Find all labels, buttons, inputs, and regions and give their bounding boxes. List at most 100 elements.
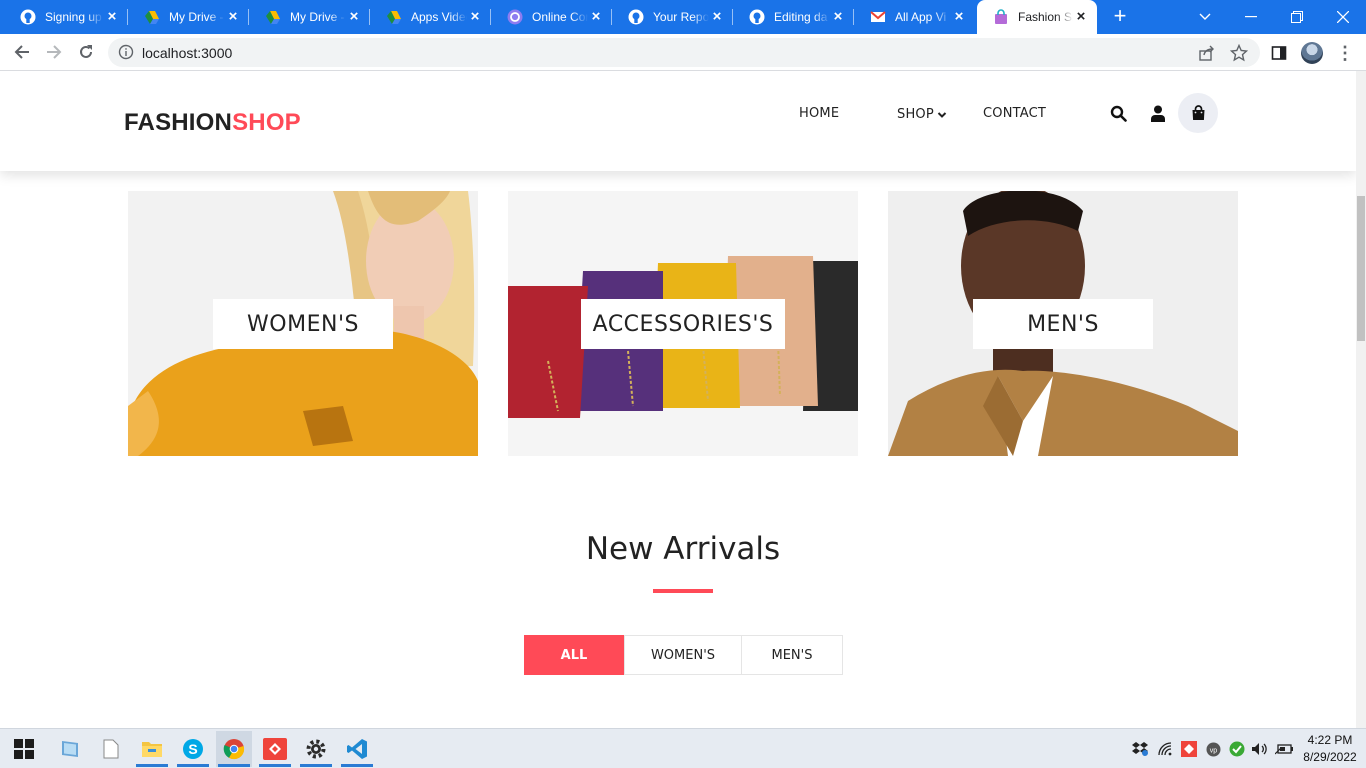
settings-icon[interactable] [298, 731, 334, 767]
chevron-down-icon [937, 111, 947, 118]
anydesk-icon[interactable] [257, 731, 293, 767]
scrollbar-thumb[interactable] [1357, 196, 1365, 341]
tab-online-converter[interactable]: Online Cor × [491, 0, 612, 34]
file-explorer-icon[interactable] [134, 731, 170, 767]
close-icon [1337, 11, 1349, 23]
side-panel-button[interactable] [1268, 42, 1290, 64]
info-icon[interactable] [118, 44, 134, 60]
category-card-accessories[interactable]: ACCESSORIES'S [508, 191, 858, 456]
chrome-icon[interactable] [216, 731, 252, 767]
tablet-icon[interactable] [52, 731, 88, 767]
category-label-accessories[interactable]: ACCESSORIES'S [581, 299, 785, 349]
start-icon[interactable] [6, 731, 42, 767]
category-card-women[interactable]: WOMEN'S [128, 191, 478, 456]
reload-button[interactable] [74, 40, 98, 64]
check-shield-icon[interactable] [1228, 740, 1246, 758]
back-button[interactable] [10, 40, 34, 64]
category-card-men[interactable]: MEN'S [888, 191, 1238, 456]
github-icon [20, 9, 36, 25]
skype-icon[interactable]: S [175, 731, 211, 767]
minimize-icon [1245, 16, 1257, 18]
site-logo[interactable]: FASHIONSHOP [124, 109, 301, 137]
category-label-women[interactable]: WOMEN'S [213, 299, 393, 349]
reload-icon [80, 45, 92, 58]
tab-your-repo[interactable]: Your Repo × [612, 0, 733, 34]
restore-button[interactable] [1274, 0, 1320, 34]
online-converter-icon [507, 9, 523, 25]
vscode-icon[interactable] [339, 731, 375, 767]
tab-all-app-videos[interactable]: All App Vi × [854, 0, 975, 34]
logo-text-accent: SHOP [232, 109, 301, 136]
tab-apps-video[interactable]: Apps Video × [370, 0, 491, 34]
tab-label: Signing up [45, 10, 102, 24]
forward-button[interactable] [42, 40, 66, 64]
filter-all[interactable]: ALL [524, 635, 624, 675]
tab-signing-up[interactable]: Signing up × [4, 0, 128, 34]
share-icon[interactable] [1198, 44, 1216, 62]
page-scrollbar[interactable] [1356, 71, 1366, 728]
search-icon[interactable] [1108, 103, 1128, 123]
arrow-right-icon [47, 45, 62, 59]
site-header: FASHIONSHOP HOME SHOP CONTACT [0, 71, 1356, 171]
tab-my-drive-2[interactable]: My Drive - × [249, 0, 370, 34]
shopping-bag-icon [1192, 105, 1204, 120]
user-icon[interactable] [1148, 103, 1168, 123]
vpn-icon[interactable]: vp [1204, 740, 1222, 758]
svg-text:S: S [188, 741, 197, 757]
close-icon[interactable]: × [1073, 9, 1089, 25]
google-drive-icon [265, 9, 281, 25]
nav-home[interactable]: HOME [799, 106, 839, 121]
restore-icon [1291, 11, 1303, 23]
cart-button[interactable] [1178, 93, 1218, 133]
tab-my-drive[interactable]: My Drive - × [128, 0, 249, 34]
svg-text:vp: vp [1209, 747, 1217, 754]
avatar [1301, 42, 1323, 64]
nav-shop-label: SHOP [897, 107, 934, 122]
github-icon [749, 9, 765, 25]
nav-contact[interactable]: CONTACT [983, 106, 1046, 121]
tab-search-button[interactable] [1182, 0, 1228, 34]
category-label-men[interactable]: MEN'S [973, 299, 1153, 349]
clock-date: 8/29/2022 [1303, 750, 1357, 764]
close-icon[interactable]: × [709, 9, 725, 25]
close-icon[interactable]: × [951, 9, 967, 25]
browser-tab-strip: Signing up × My Drive - × My Drive - × A… [0, 0, 1366, 34]
close-window-button[interactable] [1320, 0, 1366, 34]
filter-men[interactable]: MEN'S [741, 635, 843, 675]
tab-fashion-shop[interactable]: Fashion Sh × [977, 0, 1097, 34]
tab-label: Apps Video [411, 10, 467, 24]
side-panel-icon [1271, 46, 1287, 60]
battery-icon[interactable] [1275, 740, 1293, 758]
tab-editing[interactable]: Editing da × [733, 0, 854, 34]
address-bar[interactable]: localhost:3000 [108, 38, 1260, 67]
volume-icon[interactable] [1251, 740, 1269, 758]
tab-label: Online Cor [532, 10, 588, 24]
chevron-down-icon [1199, 13, 1211, 20]
github-icon [628, 9, 644, 25]
tab-label: Fashion Sh [1018, 10, 1073, 24]
close-icon[interactable]: × [467, 9, 483, 25]
new-tab-button[interactable]: + [1108, 5, 1132, 29]
title-underline [653, 589, 713, 593]
url-text[interactable]: localhost:3000 [142, 45, 232, 61]
close-icon[interactable]: × [225, 9, 241, 25]
close-icon[interactable]: × [830, 9, 846, 25]
browser-toolbar: localhost:3000 ⋮ [0, 34, 1366, 71]
bookmark-star-icon[interactable] [1229, 43, 1249, 62]
wifi-icon[interactable] [1157, 740, 1175, 758]
nav-shop[interactable]: SHOP [897, 107, 947, 122]
profile-button[interactable] [1301, 42, 1323, 64]
close-icon[interactable]: × [346, 9, 362, 25]
shopping-bag-icon [993, 9, 1009, 25]
tab-label: My Drive - [290, 10, 345, 24]
close-icon[interactable]: × [588, 9, 604, 25]
file-icon[interactable] [93, 731, 129, 767]
menu-kebab-icon[interactable]: ⋮ [1334, 42, 1356, 64]
taskbar-clock[interactable]: 4:22 PM 8/29/2022 [1298, 732, 1362, 766]
filter-women[interactable]: WOMEN'S [624, 635, 742, 675]
minimize-button[interactable] [1228, 0, 1274, 34]
anydesk-tray-icon[interactable] [1180, 740, 1198, 758]
close-icon[interactable]: × [104, 9, 120, 25]
dropbox-icon[interactable] [1131, 740, 1149, 758]
tab-label: My Drive - [169, 10, 224, 24]
